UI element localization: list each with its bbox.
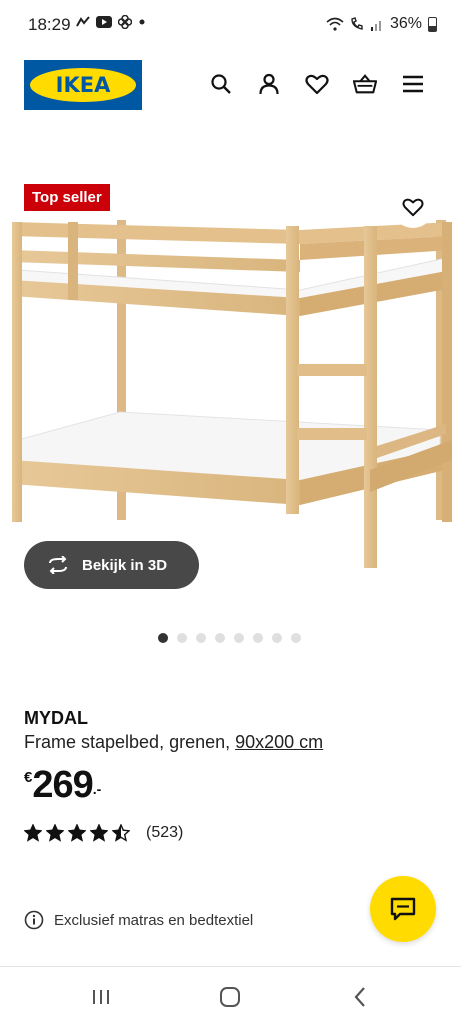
call-icon	[351, 17, 363, 30]
header-actions	[209, 72, 425, 96]
logo-text: IKEA	[55, 73, 111, 97]
carousel-indicator	[158, 633, 301, 643]
star-full-icon	[24, 824, 42, 842]
chat-icon	[390, 897, 416, 921]
star-full-icon	[68, 824, 86, 842]
heart-icon	[402, 198, 424, 217]
app-header: IKEA	[0, 60, 461, 112]
wifi-icon	[326, 17, 344, 31]
youtube-icon	[96, 16, 112, 28]
price-decimals: .-	[92, 781, 102, 797]
price-currency: €	[24, 769, 33, 786]
info-icon	[24, 910, 44, 930]
product-type: Frame stapelbed, grenen,	[24, 732, 236, 752]
carousel-dot[interactable]	[177, 633, 187, 643]
user-icon[interactable]	[257, 72, 281, 96]
rating-stars	[24, 824, 130, 842]
menu-icon[interactable]	[401, 72, 425, 96]
carousel-dot[interactable]	[272, 633, 282, 643]
review-count: (523)	[146, 824, 184, 841]
carousel-dot[interactable]	[291, 633, 301, 643]
heart-icon[interactable]	[305, 72, 329, 96]
fan-icon	[118, 15, 132, 29]
dot-icon	[139, 19, 145, 25]
battery-percent: 36%	[389, 15, 422, 32]
favorite-button[interactable]	[392, 186, 434, 228]
missed-call-icon	[76, 16, 90, 27]
status-time: 18:29	[28, 15, 71, 34]
info-text: Exclusief matras en bedtextiel	[54, 911, 254, 929]
size-link[interactable]: 90x200 cm	[235, 732, 323, 752]
carousel-dot[interactable]	[158, 633, 168, 643]
signal-icon	[370, 21, 381, 31]
back-icon[interactable]	[348, 985, 372, 1009]
system-nav-bar	[0, 966, 461, 1024]
chat-button[interactable]	[370, 876, 436, 942]
star-half-icon	[112, 824, 130, 842]
star-full-icon	[90, 824, 108, 842]
info-note: Exclusief matras en bedtextiel	[24, 910, 253, 930]
recent-apps-icon[interactable]	[89, 985, 113, 1009]
basket-icon[interactable]	[353, 72, 377, 96]
status-bar: 18:29 36%	[0, 0, 461, 50]
carousel-dot[interactable]	[196, 633, 206, 643]
star-full-icon	[46, 824, 64, 842]
carousel-dot[interactable]	[253, 633, 263, 643]
home-icon[interactable]	[218, 985, 242, 1009]
carousel-dot[interactable]	[215, 633, 225, 643]
search-icon[interactable]	[209, 72, 233, 96]
system-icons: 36%	[326, 15, 437, 33]
view-3d-label: Bekijk in 3D	[82, 556, 168, 574]
logo-oval: IKEA	[30, 68, 136, 102]
carousel-dot[interactable]	[234, 633, 244, 643]
rotate-3d-icon	[49, 556, 67, 574]
price-amount: 269	[32, 764, 93, 806]
notification-icons	[76, 15, 146, 29]
product-price: € 269 .-	[24, 763, 101, 807]
product-name: MYDAL	[24, 708, 88, 728]
battery-icon	[428, 16, 437, 32]
product-rating[interactable]: (523)	[24, 824, 183, 842]
view-3d-button[interactable]: Bekijk in 3D	[24, 541, 199, 589]
ikea-logo[interactable]: IKEA	[24, 60, 142, 110]
product-description: Frame stapelbed, grenen, 90x200 cm	[24, 732, 323, 753]
top-seller-badge: Top seller	[24, 184, 110, 211]
